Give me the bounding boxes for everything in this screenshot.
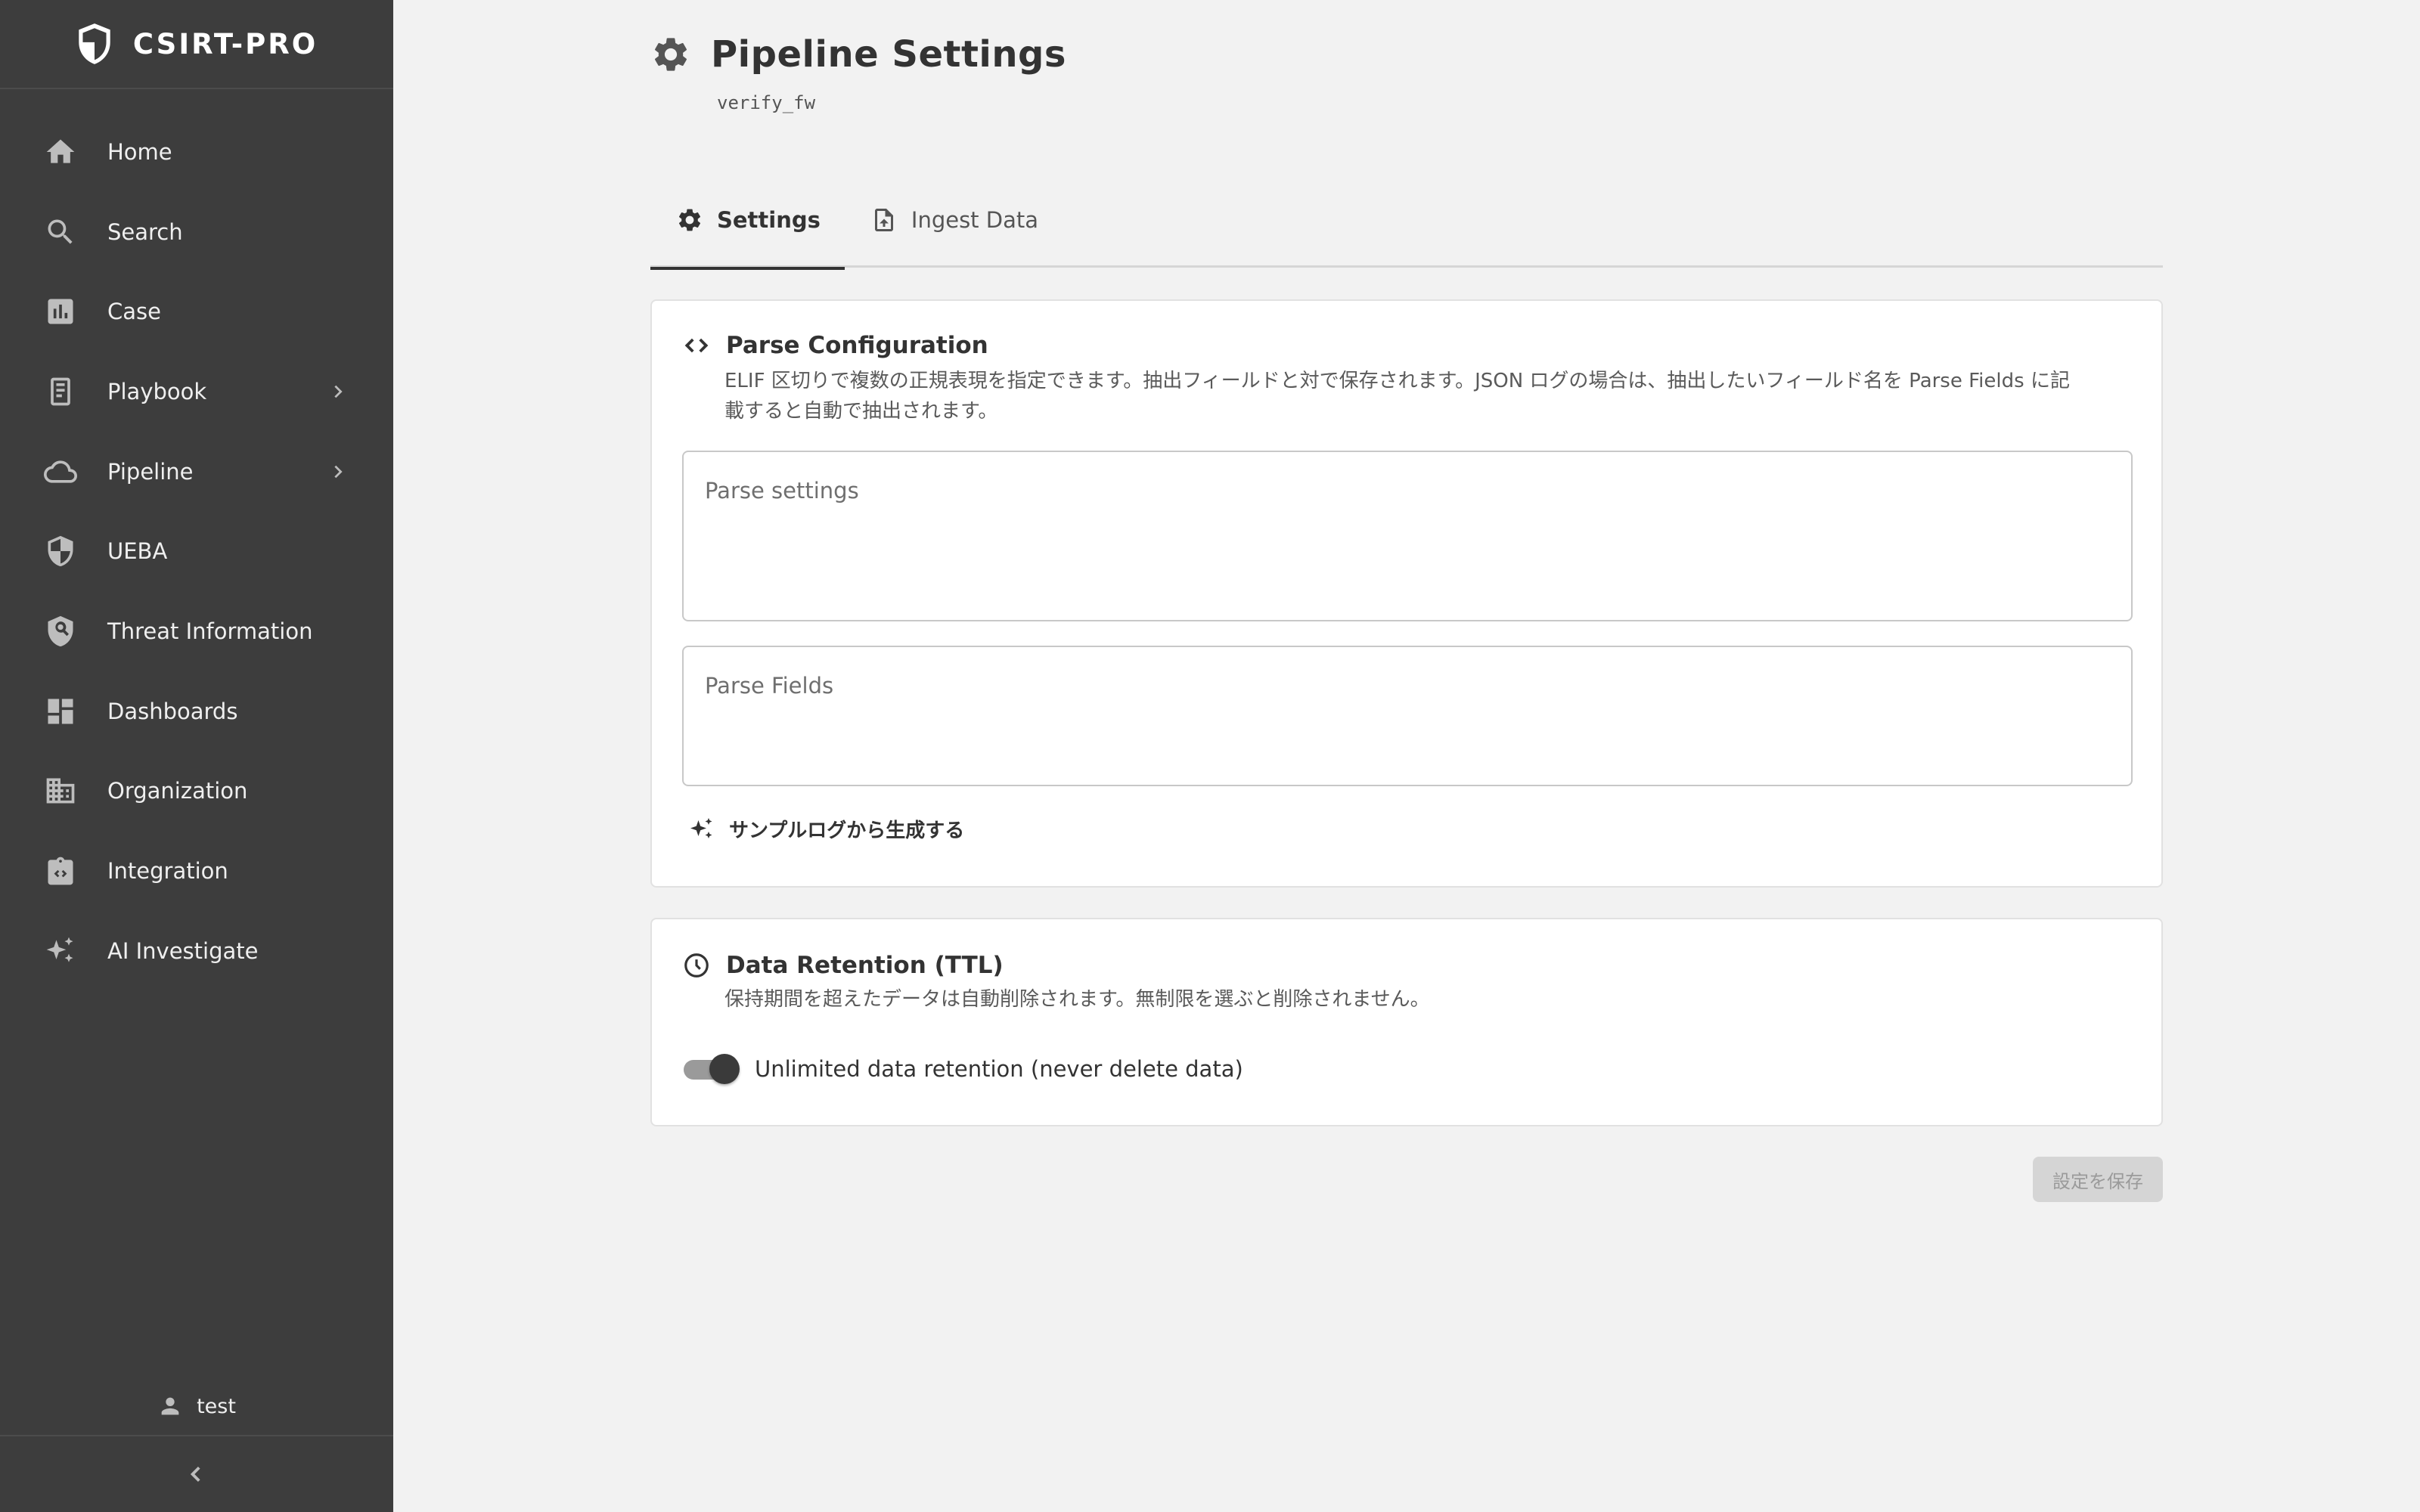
sidebar-item-pipeline[interactable]: Pipeline — [0, 432, 393, 512]
sidebar-item-ai-investigate[interactable]: AI Investigate — [0, 911, 393, 991]
integration-icon — [42, 853, 79, 889]
sidebar-item-label: Dashboards — [107, 698, 238, 724]
generate-from-sample-button[interactable]: サンプルログから生成する — [688, 815, 964, 843]
sidebar-item-label: Case — [107, 299, 161, 325]
card-header: Data Retention (TTL) — [682, 951, 1004, 980]
page-header: Pipeline Settings — [650, 33, 1066, 76]
threat-search-icon — [42, 613, 79, 649]
tab-label: Ingest Data — [911, 207, 1039, 233]
chart-icon — [42, 293, 79, 330]
data-retention-card: Data Retention (TTL) 保持期間を超えたデータは自動削除されま… — [650, 918, 2163, 1126]
card-description: ELIF 区切りで複数の正規表現を指定できます。抽出フィールドと対で保存されます… — [724, 370, 2070, 423]
unlimited-retention-label: Unlimited data retention (never delete d… — [755, 1056, 1243, 1082]
sidebar: CSIRT-PRO Home Search Case Playbook Pipe… — [0, 0, 393, 1512]
chevron-left-icon — [190, 1466, 200, 1483]
home-icon — [42, 134, 79, 170]
unlimited-retention-toggle[interactable] — [684, 1054, 740, 1084]
tab-label: Settings — [717, 207, 821, 233]
chevron-right-icon — [330, 463, 346, 480]
card-title: Parse Configuration — [726, 332, 988, 359]
sidebar-item-label: Pipeline — [107, 458, 194, 485]
card-title: Data Retention (TTL) — [726, 952, 1004, 979]
pipeline-id: verify_fw — [717, 92, 816, 113]
sidebar-item-organization[interactable]: Organization — [0, 751, 393, 832]
sidebar-item-label: Organization — [107, 778, 248, 804]
parse-configuration-card: Parse Configuration ELIF 区切りで複数の正規表現を指定で… — [650, 299, 2163, 888]
parse-fields-input[interactable] — [684, 647, 2131, 785]
sidebar-item-label: Playbook — [107, 378, 207, 404]
user-name: test — [197, 1394, 236, 1418]
brand-name: CSIRT-PRO — [132, 27, 318, 60]
shield-icon — [42, 533, 79, 569]
gear-icon — [678, 209, 701, 231]
sidebar-item-label: Integration — [107, 858, 228, 885]
brand[interactable]: CSIRT-PRO — [0, 0, 393, 89]
sidebar-item-search[interactable]: Search — [0, 192, 393, 272]
clock-icon — [684, 953, 709, 978]
code-icon — [684, 338, 709, 353]
tab-bar: Settings Ingest Data — [650, 172, 2163, 270]
sidebar-nav: Home Search Case Playbook Pipeline UEBA … — [0, 89, 393, 991]
shield-icon — [79, 23, 110, 64]
sidebar-item-label: AI Investigate — [107, 937, 259, 964]
file-upload-icon — [874, 209, 893, 231]
parse-settings-field[interactable] — [682, 451, 2133, 621]
cloud-icon — [42, 454, 79, 490]
sidebar-item-ueba[interactable]: UEBA — [0, 511, 393, 591]
sidebar-item-threat-information[interactable]: Threat Information — [0, 591, 393, 671]
unlimited-retention-row: Unlimited data retention (never delete d… — [684, 1054, 1243, 1084]
sidebar-item-label: Threat Information — [107, 618, 313, 644]
sidebar-item-label: Home — [107, 138, 172, 165]
tab-ingest-data[interactable]: Ingest Data — [845, 172, 1063, 268]
sidebar-item-playbook[interactable]: Playbook — [0, 352, 393, 432]
tab-settings[interactable]: Settings — [650, 172, 845, 270]
chevron-right-icon — [330, 383, 346, 400]
book-icon — [42, 373, 79, 410]
user-menu[interactable]: test — [0, 1383, 393, 1429]
sparkle-icon — [690, 817, 712, 838]
search-icon — [42, 214, 79, 250]
person-icon — [161, 1397, 179, 1415]
sidebar-item-label: Search — [107, 218, 183, 245]
building-icon — [42, 773, 79, 809]
parse-settings-input[interactable] — [684, 452, 2131, 620]
dashboard-icon — [42, 693, 79, 730]
card-header: Parse Configuration — [682, 331, 988, 360]
gear-icon — [654, 38, 687, 71]
sidebar-item-dashboards[interactable]: Dashboards — [0, 671, 393, 751]
sidebar-item-home[interactable]: Home — [0, 112, 393, 192]
sparkle-icon — [42, 933, 79, 969]
save-settings-button[interactable]: 設定を保存 — [2033, 1157, 2163, 1202]
generate-button-label: サンプルログから生成する — [729, 820, 965, 842]
sidebar-item-case[interactable]: Case — [0, 271, 393, 352]
card-description: 保持期間を超えたデータは自動削除されます。無制限を選ぶと削除されません。 — [724, 988, 1430, 1011]
parse-fields-field[interactable] — [682, 646, 2133, 786]
page-title: Pipeline Settings — [711, 33, 1066, 76]
collapse-sidebar-button[interactable] — [0, 1435, 393, 1512]
sidebar-item-integration[interactable]: Integration — [0, 831, 393, 911]
toggle-thumb — [709, 1054, 740, 1084]
sidebar-item-label: UEBA — [107, 538, 168, 565]
